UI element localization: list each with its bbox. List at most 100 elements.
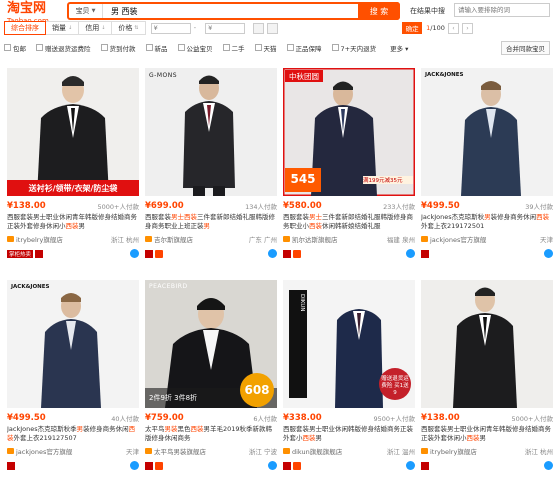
product-image[interactable]: JACK&JONES: [421, 68, 553, 196]
product-title[interactable]: 西服套装男士三件套新郎结婚礼服韩版修身商务职业小西装休闲韩新娘结婚礼服: [283, 213, 415, 231]
checkbox[interactable]: [177, 44, 185, 51]
shop-link[interactable]: 太平鸟男装旗舰店: [145, 446, 206, 456]
grid-view-icon[interactable]: [253, 22, 265, 34]
shop-link[interactable]: itrybelry旗舰店: [7, 234, 63, 244]
product-title[interactable]: JackJones杰克琼斯秋季男装修身商务休闲西装外套上衣219127507: [7, 425, 139, 443]
brand-mark: PEACEBIRD: [149, 283, 188, 290]
wangwang-chat-icon[interactable]: [130, 249, 139, 258]
filter-tmall[interactable]: 天猫: [254, 43, 277, 53]
title-text: 外套上衣219172501: [421, 222, 485, 230]
exclude-input[interactable]: [454, 3, 550, 17]
product-card[interactable]: ¥138.00 5000+人付款 西服套装男士职业休闲青年韩版修身结婚商务正装外…: [421, 280, 553, 481]
image-banner: 送衬衫/领带/衣架/防尘袋: [28, 183, 118, 193]
checkbox[interactable]: [100, 44, 108, 51]
product-card[interactable]: JACK&JONES ¥499.50 39人付款 JackJones杰克琼斯秋男…: [421, 68, 553, 272]
search-button[interactable]: 搜 索: [358, 2, 400, 20]
product-image[interactable]: JACK&JONES: [7, 280, 139, 408]
checkbox[interactable]: [36, 44, 43, 51]
page-total: /100: [430, 24, 445, 32]
product-image[interactable]: 中秋团圆 545 满199元减35元: [283, 68, 415, 196]
product-card[interactable]: PEACEBIRD 2件9折 3件8折 608 ¥759.00 6人付款 太平鸟…: [145, 280, 277, 481]
wangwang-chat-icon[interactable]: [406, 249, 415, 258]
shop-link[interactable]: jackjones官方旗舰: [421, 234, 486, 244]
price-max-input[interactable]: [205, 22, 246, 34]
product-card[interactable]: 中秋团圆 545 满199元减35元 ¥580.00 233人付款 西服套装男士…: [283, 68, 415, 272]
shop-link[interactable]: jackjones官方旗舰: [7, 446, 72, 456]
product-title[interactable]: 太平鸟男装黑色西装男羊毛2019秋季新款韩版修身休闲商务: [145, 425, 277, 443]
product-image[interactable]: 送衬衫/领带/衣架/防尘袋: [7, 68, 139, 196]
product-image[interactable]: [421, 280, 553, 408]
more-filters-button[interactable]: 更多 ▾: [390, 43, 408, 53]
chevron-down-icon: ▾: [405, 44, 409, 53]
merge-same-button[interactable]: 合并同款宝贝: [501, 40, 550, 55]
tmall-badge-icon: [7, 461, 15, 470]
shop-link[interactable]: dikun旗舰旗舰店: [283, 446, 342, 456]
shop-name: dikun旗舰旗舰店: [292, 447, 343, 456]
wangwang-chat-icon[interactable]: [544, 249, 553, 258]
price-min-input[interactable]: [150, 22, 191, 34]
sold-count: 39人付款: [525, 203, 553, 211]
shop-name: 凯尔达斯旗舰店: [292, 235, 338, 244]
product-card[interactable]: DIKUN 赠送退货运费险 买1送9 ¥338.00 9500+人付款 西服套装…: [283, 280, 415, 481]
sold-count: 233人付款: [383, 203, 415, 211]
checkbox[interactable]: [254, 44, 262, 51]
sort-credit[interactable]: 信用 ↓: [78, 21, 113, 35]
chevron-left-icon[interactable]: ‹: [447, 22, 459, 34]
confirm-button[interactable]: 确定: [402, 22, 423, 34]
chevron-right-icon[interactable]: ›: [461, 22, 473, 34]
filter-new[interactable]: 新品: [145, 43, 168, 53]
shop-row: jackjones官方旗舰 天津: [7, 446, 139, 456]
filter-label: 公益宝贝: [186, 44, 213, 53]
list-view-icon[interactable]: [267, 22, 279, 34]
shop-link[interactable]: 凯尔达斯旗舰店: [283, 234, 338, 244]
product-image[interactable]: DIKUN 赠送退货运费险 买1送9: [283, 280, 415, 408]
filter-secondhand[interactable]: 二手: [222, 43, 245, 53]
sort-price[interactable]: 价格 ⇅: [111, 21, 146, 35]
search-type-select[interactable]: 宝贝 ▼: [69, 4, 103, 18]
product-title[interactable]: 西服套装男士职业休闲青年韩版修身结婚商务正装外套修身休闲小西装男: [7, 213, 139, 231]
tmall-badge-icon: [421, 249, 429, 258]
title-text: 西服套装: [283, 213, 309, 221]
product-title[interactable]: 西服套装男士职业休闲韩版修身结婚商务正装外套小西装男: [283, 425, 415, 443]
product-card[interactable]: G-MONS ¥699.00 134人付款 西服套装男士西装三件套新郎结婚礼服韩…: [145, 68, 277, 272]
title-text: 黑色: [177, 425, 191, 433]
sort-price-label: 价格: [118, 24, 133, 32]
filter-7day-return[interactable]: 7+天内退货: [331, 43, 377, 53]
filter-cod[interactable]: 货到付款: [100, 43, 136, 53]
shop-link[interactable]: itrybelry旗舰店: [421, 446, 477, 456]
sort-default[interactable]: 综合排序: [4, 21, 46, 35]
product-image[interactable]: PEACEBIRD 2件9折 3件8折 608: [145, 280, 277, 408]
wangwang-chat-icon[interactable]: [268, 461, 277, 470]
title-highlight: 西装: [536, 213, 550, 221]
filter-label: 新品: [154, 44, 168, 53]
checkbox[interactable]: [4, 44, 11, 51]
checkbox[interactable]: [222, 44, 230, 51]
in-result-label[interactable]: 在结果中搜: [410, 6, 445, 16]
product-image[interactable]: G-MONS: [145, 68, 277, 196]
product-card[interactable]: JACK&JONES ¥499.50 40人付款 JackJones杰克琼斯秋季…: [7, 280, 139, 481]
wangwang-chat-icon[interactable]: [130, 461, 139, 470]
product-title[interactable]: 西服套装男士西装三件套新郎结婚礼服韩版修身商务职业上班正装男: [145, 213, 277, 231]
title-text: 外套上衣219127507: [13, 434, 77, 442]
tmall-badge-icon: [283, 249, 291, 258]
more-label: 更多: [390, 44, 404, 53]
gold-seller-icon: [293, 461, 301, 470]
product-price: ¥138.00: [421, 413, 460, 423]
filter-genuine[interactable]: 正品保障: [286, 43, 322, 53]
checkbox[interactable]: [286, 44, 294, 51]
search-input[interactable]: [103, 4, 378, 18]
product-title[interactable]: 西服套装男士职业休闲青年韩版修身结婚商务正装外套休闲小西装男: [421, 425, 553, 443]
filter-charity[interactable]: 公益宝贝: [177, 43, 213, 53]
wangwang-chat-icon[interactable]: [544, 461, 553, 470]
wangwang-chat-icon[interactable]: [268, 249, 277, 258]
checkbox[interactable]: [145, 44, 153, 51]
wangwang-chat-icon[interactable]: [406, 461, 415, 470]
filter-label: 7+天内退货: [340, 44, 377, 53]
shop-link[interactable]: 吉尔斯旗舰店: [145, 234, 193, 244]
checkbox[interactable]: [331, 44, 339, 51]
product-title[interactable]: JackJones杰克琼斯秋男装修身商务休闲西装外套上衣219172501: [421, 213, 553, 231]
sort-sales[interactable]: 销量 ↓: [45, 21, 80, 35]
filter-return-insurance[interactable]: 赠送退货运费险: [36, 43, 91, 53]
product-card[interactable]: 送衬衫/领带/衣架/防尘袋 ¥138.00 5000+人付款 西服套装男士职业休…: [7, 68, 139, 272]
filter-free-shipping[interactable]: 包邮: [4, 43, 26, 53]
